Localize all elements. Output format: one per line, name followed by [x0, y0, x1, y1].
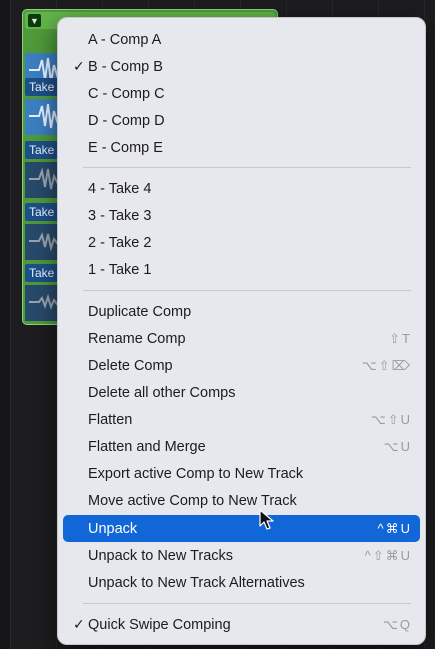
- menu-item-label: B - Comp B: [88, 58, 163, 75]
- menu-item-comp-b[interactable]: ✓ B - Comp B: [63, 53, 420, 80]
- menu-item-label: Unpack: [88, 520, 138, 537]
- menu-item-comp-e[interactable]: E - Comp E: [63, 134, 420, 161]
- menu-item-flatten-and-merge[interactable]: Flatten and Merge ⌥U: [63, 433, 420, 460]
- menu-separator: [83, 290, 411, 291]
- menu-item-take-2[interactable]: 2 - Take 2: [63, 229, 420, 256]
- menu-item-label: Unpack to New Track Alternatives: [88, 574, 305, 591]
- menu-item-label: A - Comp A: [88, 31, 162, 48]
- take-label: Take: [25, 141, 59, 159]
- keyboard-shortcut: ⌥⇧⌦: [361, 357, 412, 373]
- menu-item-label: E - Comp E: [88, 139, 163, 156]
- menu-item-label: 2 - Take 2: [88, 234, 152, 251]
- keyboard-shortcut: ⇧T: [389, 330, 412, 346]
- menu-item-unpack[interactable]: Unpack ^⌘U: [63, 515, 420, 542]
- checkmark-icon: ✓: [73, 616, 85, 632]
- take-label: Take: [25, 203, 59, 221]
- menu-item-label: Delete Comp: [88, 357, 173, 374]
- menu-item-label: 4 - Take 4: [88, 180, 152, 197]
- menu-separator: [83, 167, 411, 168]
- take-folder-context-menu: A - Comp A ✓ B - Comp B C - Comp C D - C…: [57, 17, 426, 645]
- menu-item-take-1[interactable]: 1 - Take 1: [63, 256, 420, 283]
- menu-item-duplicate-comp[interactable]: Duplicate Comp: [63, 298, 420, 325]
- menu-item-unpack-to-new-track-alternatives[interactable]: Unpack to New Track Alternatives: [63, 569, 420, 596]
- keyboard-shortcut: ^⇧⌘U: [364, 547, 412, 563]
- menu-item-flatten[interactable]: Flatten ⌥⇧U: [63, 406, 420, 433]
- menu-item-comp-a[interactable]: A - Comp A: [63, 26, 420, 53]
- keyboard-shortcut: ⌥⇧U: [370, 411, 412, 427]
- menu-item-label: 3 - Take 3: [88, 207, 152, 224]
- menu-item-label: Quick Swipe Comping: [88, 616, 231, 633]
- menu-item-delete-comp[interactable]: Delete Comp ⌥⇧⌦: [63, 352, 420, 379]
- menu-item-label: Flatten and Merge: [88, 438, 206, 455]
- menu-item-label: C - Comp C: [88, 85, 165, 102]
- menu-item-delete-all-other-comps[interactable]: Delete all other Comps: [63, 379, 420, 406]
- menu-item-export-active-comp[interactable]: Export active Comp to New Track: [63, 460, 420, 487]
- take-label: Take: [25, 78, 59, 96]
- checkmark-icon: ✓: [73, 58, 85, 74]
- menu-item-label: Export active Comp to New Track: [88, 465, 304, 482]
- menu-item-unpack-to-new-tracks[interactable]: Unpack to New Tracks ^⇧⌘U: [63, 542, 420, 569]
- menu-item-rename-comp[interactable]: Rename Comp ⇧T: [63, 325, 420, 352]
- menu-item-label: D - Comp D: [88, 112, 165, 129]
- take-label: Take: [25, 264, 59, 282]
- menu-item-label: Flatten: [88, 411, 133, 428]
- menu-item-label: 1 - Take 1: [88, 261, 152, 278]
- menu-item-label: Duplicate Comp: [88, 303, 192, 320]
- disclosure-triangle-icon[interactable]: ▼: [28, 14, 41, 27]
- menu-item-comp-d[interactable]: D - Comp D: [63, 107, 420, 134]
- menu-item-label: Move active Comp to New Track: [88, 492, 297, 509]
- menu-item-comp-c[interactable]: C - Comp C: [63, 80, 420, 107]
- mouse-pointer-icon: [259, 509, 274, 530]
- keyboard-shortcut: ⌥Q: [382, 616, 412, 632]
- menu-item-label: Rename Comp: [88, 330, 186, 347]
- keyboard-shortcut: ⌥U: [383, 438, 412, 454]
- menu-item-label: Delete all other Comps: [88, 384, 236, 401]
- menu-item-take-3[interactable]: 3 - Take 3: [63, 202, 420, 229]
- menu-item-take-4[interactable]: 4 - Take 4: [63, 175, 420, 202]
- keyboard-shortcut: ^⌘U: [377, 520, 412, 536]
- menu-item-quick-swipe-comping[interactable]: ✓ Quick Swipe Comping ⌥Q: [63, 611, 420, 638]
- menu-separator: [83, 603, 411, 604]
- menu-item-label: Unpack to New Tracks: [88, 547, 234, 564]
- menu-item-move-active-comp[interactable]: Move active Comp to New Track: [63, 487, 420, 514]
